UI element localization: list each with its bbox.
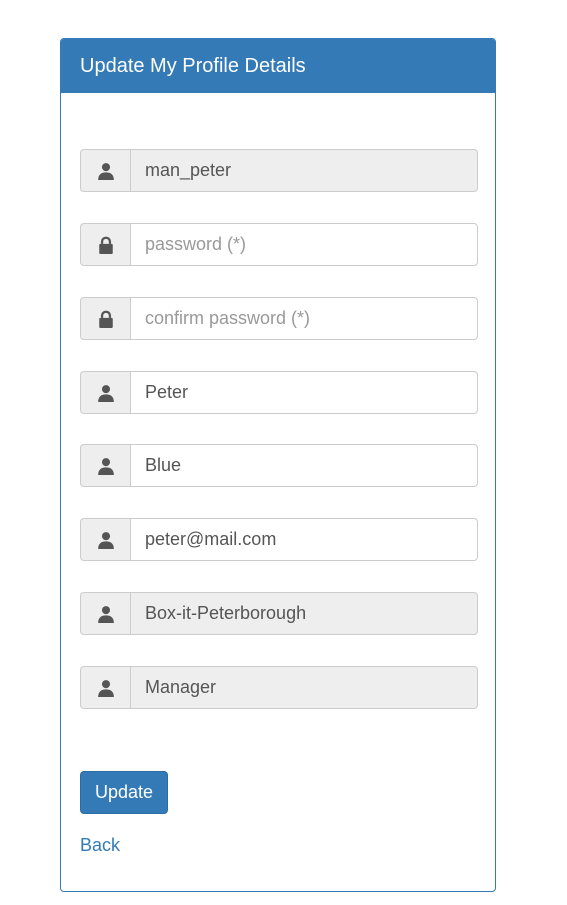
user-icon [80, 371, 130, 414]
update-button[interactable]: Update [80, 771, 168, 814]
branch-group [80, 592, 478, 635]
profile-panel: Update My Profile Details man_peter Pete… [60, 38, 496, 892]
branch-field[interactable] [130, 592, 478, 635]
back-link[interactable]: Back [80, 835, 120, 856]
panel-title: Update My Profile Details [80, 54, 306, 77]
lock-icon [80, 223, 130, 266]
email-field[interactable] [130, 518, 478, 561]
first-name-group [80, 371, 478, 414]
user-icon [80, 149, 130, 192]
user-icon [80, 518, 130, 561]
role-group [80, 666, 478, 709]
first-name-field[interactable] [130, 371, 478, 414]
username-group [80, 149, 478, 192]
confirm-password-group [80, 297, 478, 340]
role-field[interactable] [130, 666, 478, 709]
password-group [80, 223, 478, 266]
email-group [80, 518, 478, 561]
user-icon [80, 444, 130, 487]
password-field[interactable] [130, 223, 478, 266]
user-icon [80, 666, 130, 709]
confirm-password-field[interactable] [130, 297, 478, 340]
panel-heading: Update My Profile Details [61, 39, 495, 93]
last-name-group [80, 444, 478, 487]
lock-icon [80, 297, 130, 340]
user-icon [80, 592, 130, 635]
last-name-field[interactable] [130, 444, 478, 487]
username-field[interactable] [130, 149, 478, 192]
